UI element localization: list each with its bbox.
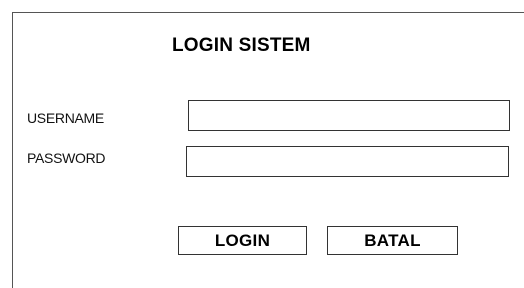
cancel-button[interactable]: BATAL [327,226,458,255]
username-input[interactable] [188,100,510,131]
login-button[interactable]: LOGIN [178,226,307,255]
password-input[interactable] [186,146,509,177]
form-title: LOGIN SISTEM [172,35,311,56]
password-label: PASSWORD [27,150,106,166]
username-label: USERNAME [27,110,104,126]
